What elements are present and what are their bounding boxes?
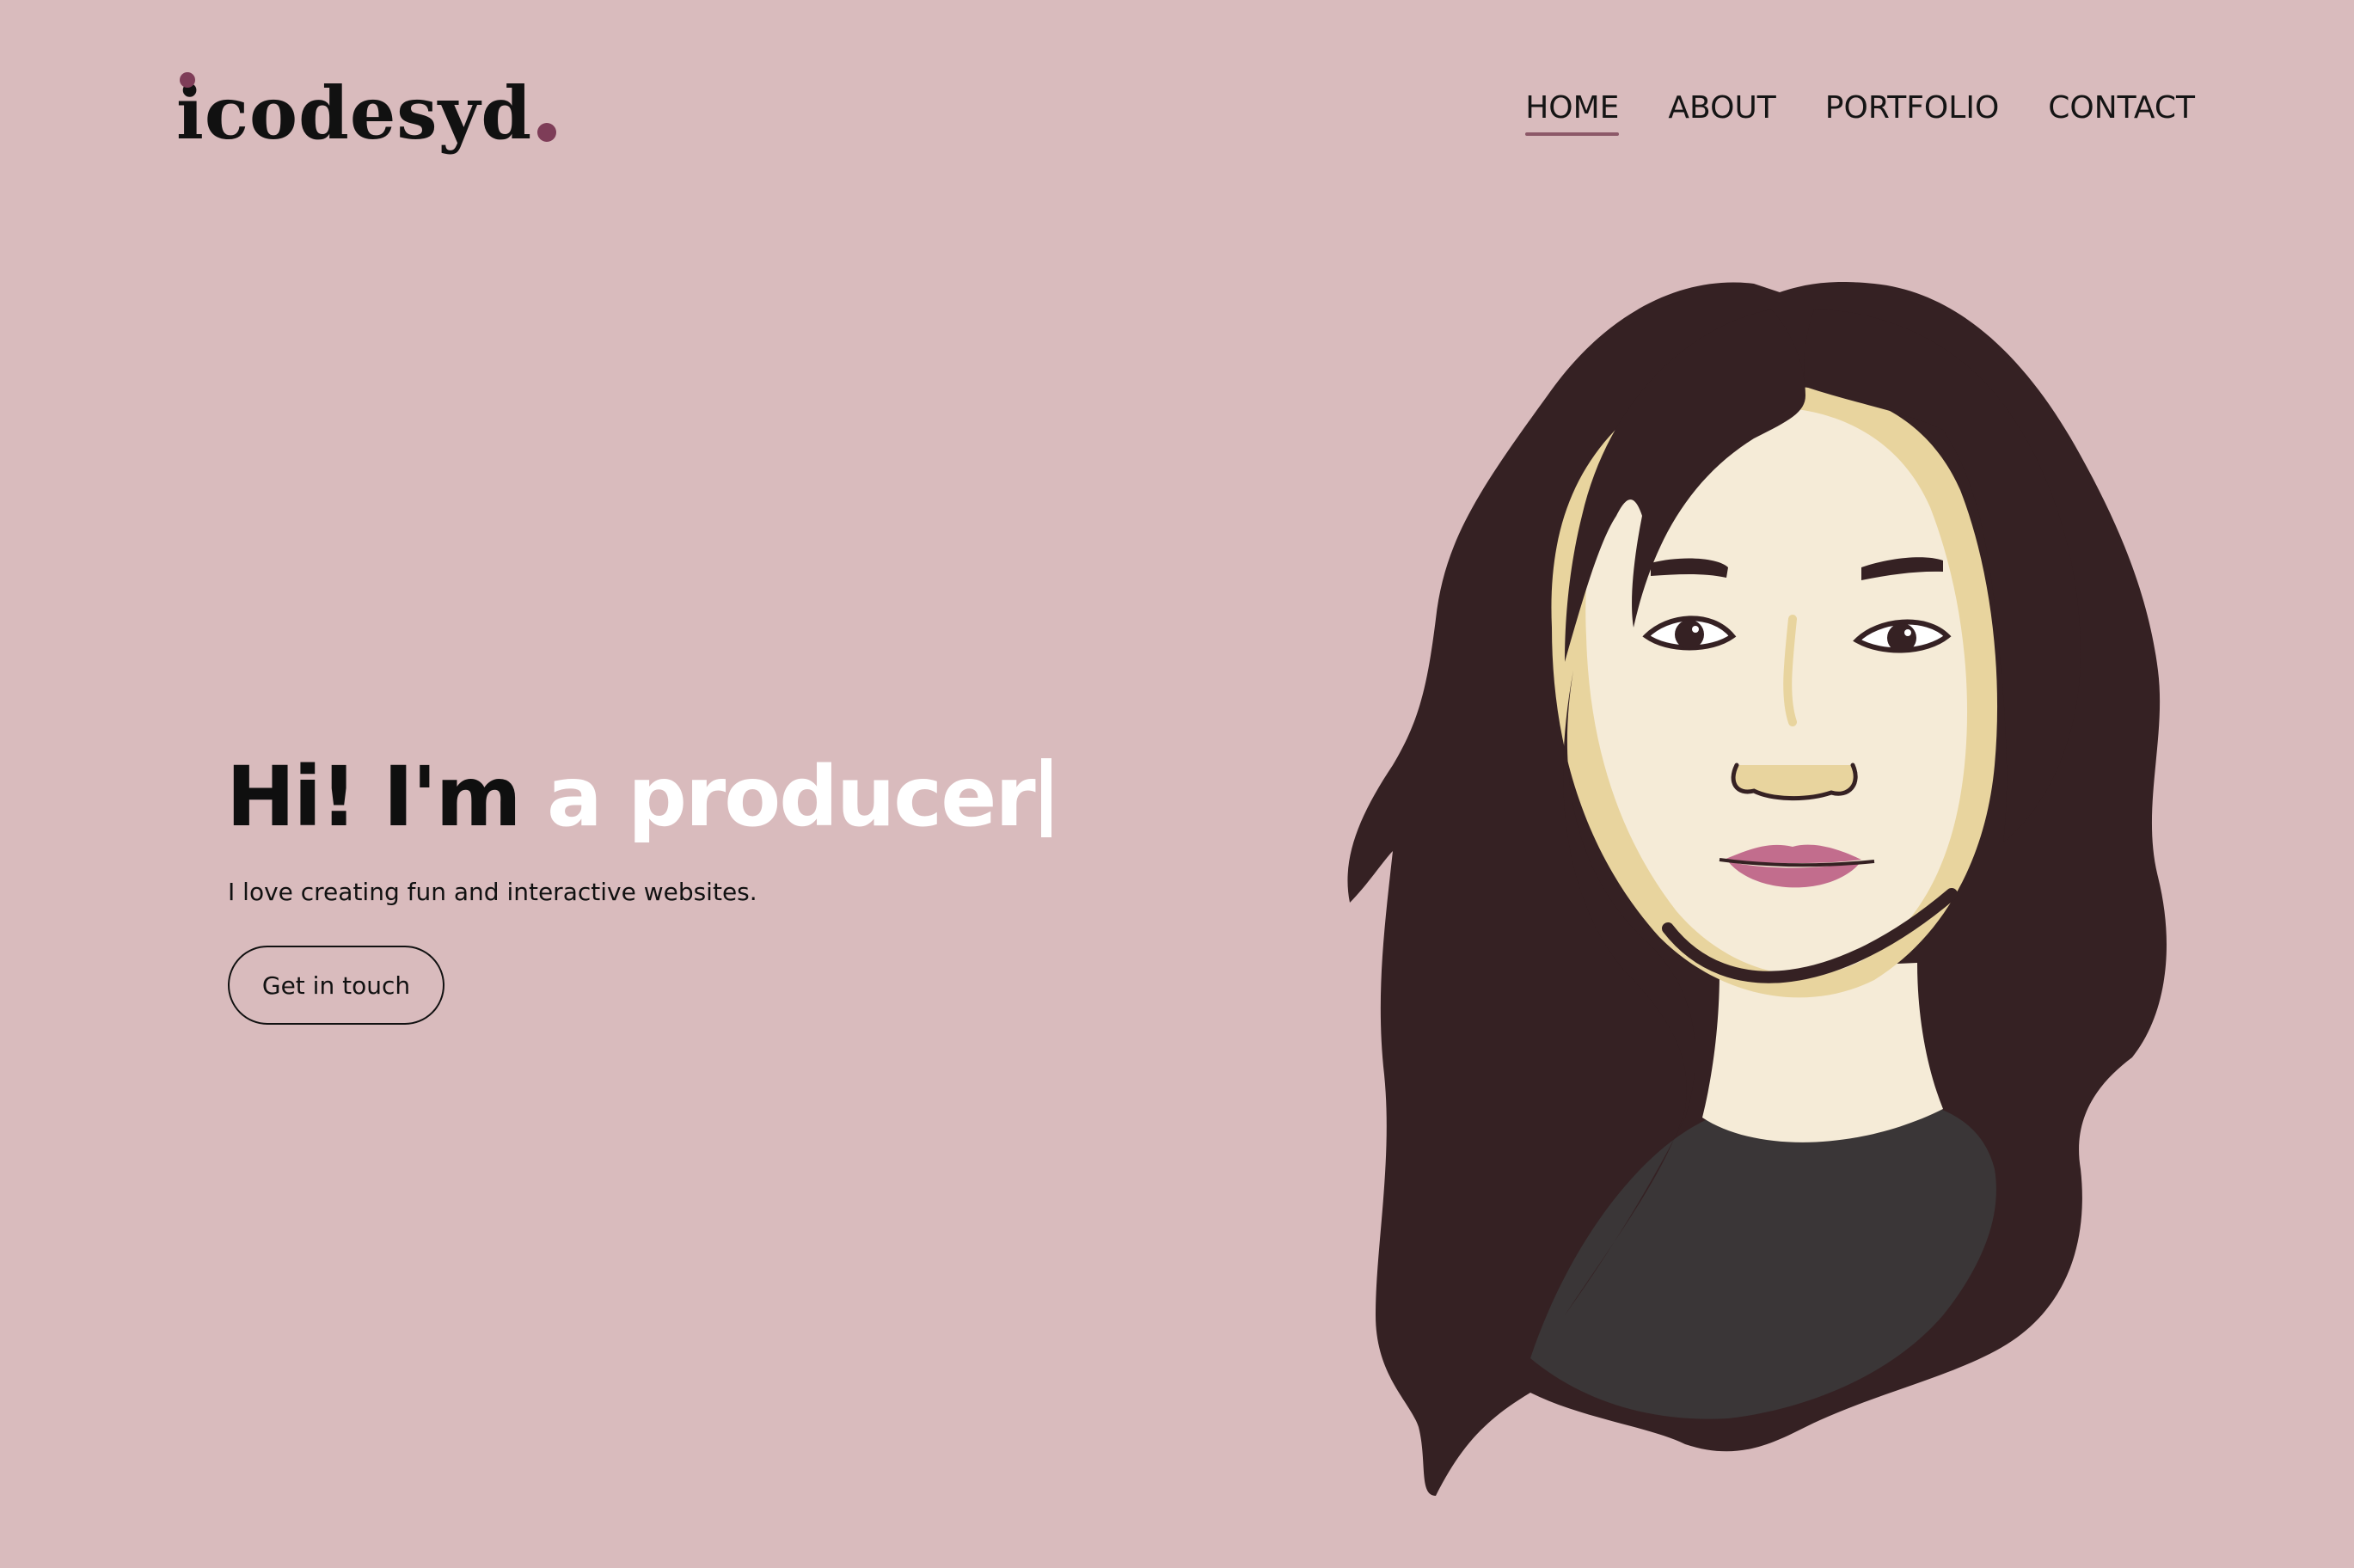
hero-typed-role: a producer bbox=[547, 749, 1036, 845]
hero-heading: Hi! I'm a producer bbox=[226, 741, 1051, 853]
typing-caret bbox=[1040, 758, 1051, 837]
nose-bridge bbox=[1783, 615, 1797, 726]
hero-subtitle: I love creating fun and interactive webs… bbox=[228, 878, 757, 906]
logo-end-dot bbox=[537, 123, 557, 142]
main-nav: HOME ABOUT PORTFOLIO CONTACT bbox=[1525, 86, 2195, 136]
logo-i-dot bbox=[180, 72, 195, 88]
left-eye-highlight bbox=[1692, 626, 1699, 633]
nav-portfolio-link[interactable]: PORTFOLIO bbox=[1825, 86, 1999, 131]
portrait-illustration bbox=[1347, 282, 2167, 1497]
left-iris bbox=[1675, 620, 1704, 649]
nose-shape bbox=[1731, 763, 1858, 800]
get-in-touch-button[interactable]: Get in touch bbox=[228, 946, 444, 1025]
nav-home-link[interactable]: HOME bbox=[1525, 86, 1620, 136]
hero-greeting: Hi! I'm bbox=[226, 749, 522, 845]
right-eye-highlight bbox=[1904, 629, 1911, 636]
nav-contact-link[interactable]: CONTACT bbox=[2048, 86, 2195, 131]
page: icodesyd HOME ABOUT PORTFOLIO CONTACT Hi… bbox=[0, 0, 2354, 1568]
site-logo[interactable]: icodesyd bbox=[176, 70, 557, 156]
nav-about-link[interactable]: ABOUT bbox=[1668, 86, 1775, 131]
right-iris bbox=[1887, 623, 1916, 652]
logo-text: icodesyd bbox=[176, 70, 533, 156]
